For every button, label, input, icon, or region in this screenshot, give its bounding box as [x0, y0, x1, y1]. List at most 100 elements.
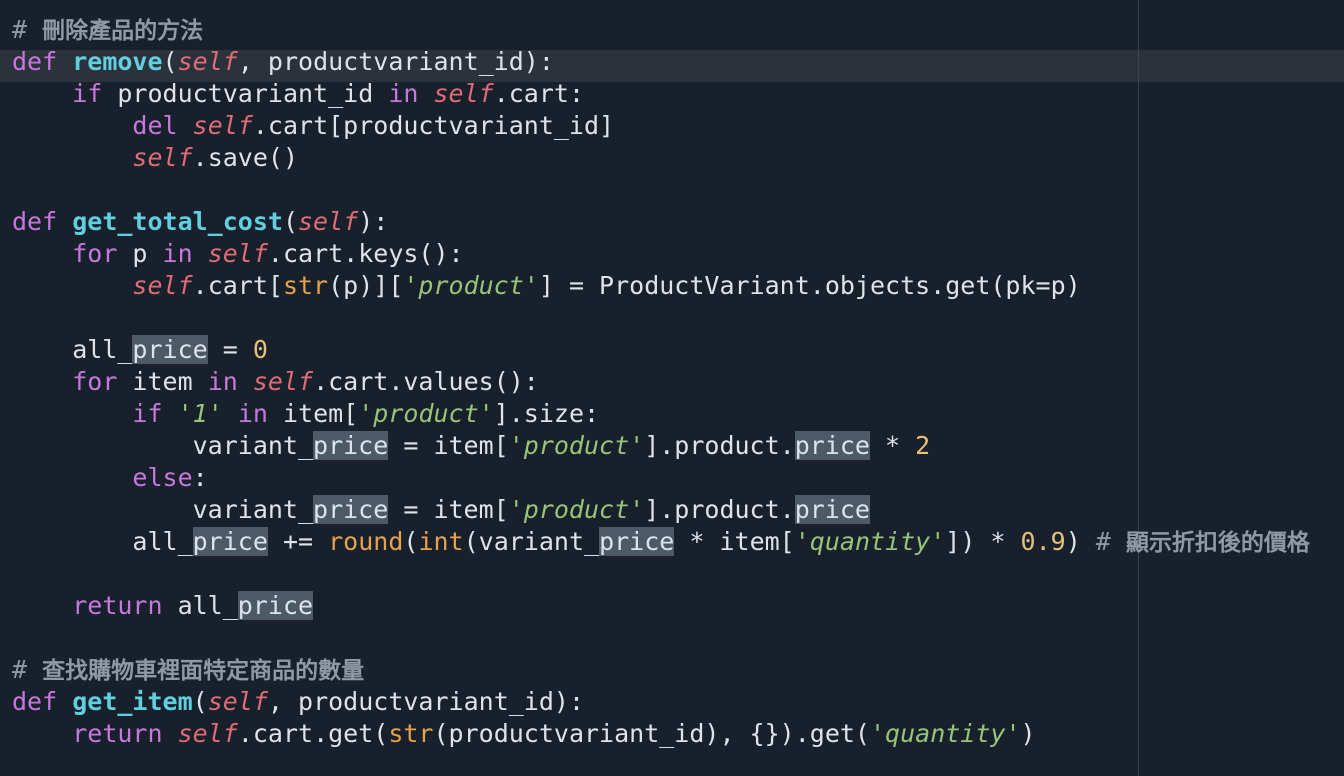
- keyword-token: def: [12, 47, 58, 76]
- code-line[interactable]: # 查找購物車裡面特定商品的數量: [12, 654, 1310, 686]
- code-token: ].product.: [644, 495, 795, 524]
- code-line[interactable]: if '1' in item['product'].size:: [12, 398, 1310, 430]
- code-token: = item[: [388, 495, 509, 524]
- code-line[interactable]: all_price += round(int(variant_price * i…: [12, 526, 1310, 558]
- string-token: 'quantity': [794, 527, 946, 556]
- code-line[interactable]: if productvariant_id in self.cart:: [12, 78, 1310, 110]
- function-name-token: get_item: [72, 687, 193, 716]
- keyword-token: def: [12, 207, 58, 236]
- builtin-token: round: [328, 527, 404, 556]
- code-line[interactable]: def get_total_cost(self):: [12, 206, 1310, 238]
- code-line[interactable]: for item in self.cart.values():: [12, 366, 1310, 398]
- code-token: .cart[: [192, 271, 283, 300]
- code-line[interactable]: variant_price = item['product'].product.…: [12, 430, 1310, 462]
- code-token: ):: [358, 207, 389, 236]
- code-token: .cart.values():: [313, 367, 539, 396]
- code-line[interactable]: del self.cart[productvariant_id]: [12, 110, 1310, 142]
- keyword-token: return: [72, 719, 163, 748]
- comment-token: #: [12, 655, 43, 684]
- comment-token: #: [1095, 527, 1126, 556]
- code-line[interactable]: # 刪除產品的方法: [12, 14, 1310, 46]
- code-token: item[: [267, 399, 359, 428]
- search-highlight: price: [794, 495, 870, 524]
- code-area[interactable]: # 刪除產品的方法 def remove(self, productvariant…: [12, 14, 1310, 750]
- code-token: =: [207, 335, 253, 364]
- code-token: = item[: [388, 431, 509, 460]
- code-line[interactable]: [12, 174, 1310, 206]
- code-token: (: [282, 207, 298, 236]
- number-token: 0: [252, 335, 268, 364]
- code-token: .cart[productvariant_id]: [252, 111, 615, 140]
- keyword-token: def: [12, 687, 58, 716]
- keyword-token: if: [72, 79, 103, 108]
- keyword-token: del: [132, 111, 178, 140]
- code-line[interactable]: def remove(self, productvariant_id):: [12, 46, 1310, 78]
- self-token: self: [252, 367, 314, 396]
- code-line[interactable]: [12, 558, 1310, 590]
- code-line[interactable]: return self.cart.get(str(productvariant_…: [12, 718, 1310, 750]
- search-highlight: price: [313, 495, 389, 524]
- code-token: (: [403, 527, 419, 556]
- code-token: ): [1065, 527, 1096, 556]
- comment-token: 查找購物車裡面特定商品的數量: [42, 658, 365, 684]
- self-token: self: [433, 79, 494, 108]
- search-highlight: price: [599, 527, 675, 556]
- code-token: variant_: [12, 495, 314, 524]
- code-token: all_: [12, 335, 133, 364]
- code-token: :: [192, 463, 208, 492]
- search-highlight: price: [132, 335, 208, 364]
- code-token: variant_: [12, 431, 314, 460]
- code-line[interactable]: [12, 302, 1310, 334]
- code-editor[interactable]: # 刪除產品的方法 def remove(self, productvariant…: [0, 0, 1344, 776]
- code-line[interactable]: else:: [12, 462, 1310, 494]
- self-token: self: [298, 207, 359, 236]
- keyword-token: in: [237, 399, 268, 428]
- keyword-token: if: [132, 399, 163, 428]
- code-line[interactable]: variant_price = item['product'].product.…: [12, 494, 1310, 526]
- self-token: self: [132, 143, 193, 172]
- code-token: (variant_: [463, 527, 600, 556]
- code-line[interactable]: return all_price: [12, 590, 1310, 622]
- comment-token: 刪除產品的方法: [42, 18, 204, 44]
- comment-token: #: [12, 15, 43, 44]
- code-line[interactable]: all_price = 0: [12, 334, 1310, 366]
- string-token: 'product': [508, 431, 645, 460]
- keyword-token: else: [132, 463, 193, 492]
- self-token: self: [192, 111, 253, 140]
- code-line[interactable]: for p in self.cart.keys():: [12, 238, 1310, 270]
- number-token: 2: [915, 431, 931, 460]
- code-token: p: [117, 239, 163, 268]
- code-token: .cart.keys():: [267, 239, 464, 268]
- code-line[interactable]: self.cart[str(p)]['product'] = ProductVa…: [12, 270, 1310, 302]
- code-line[interactable]: [12, 622, 1310, 654]
- code-token: (p)][: [328, 271, 404, 300]
- code-token: +=: [267, 527, 329, 556]
- keyword-token: for: [72, 367, 118, 396]
- code-token: (productvariant_id), {}).get(: [433, 719, 870, 748]
- code-line[interactable]: self.save(): [12, 142, 1310, 174]
- code-token: ].product.: [644, 431, 795, 460]
- string-token: '1': [177, 399, 223, 428]
- search-highlight: price: [313, 431, 389, 460]
- self-token: self: [207, 239, 268, 268]
- self-token: self: [177, 719, 238, 748]
- code-line[interactable]: def get_item(self, productvariant_id):: [12, 686, 1310, 718]
- comment-token: 顯示折扣後的價格: [1125, 530, 1310, 556]
- code-token: ): [1020, 719, 1036, 748]
- keyword-token: for: [72, 239, 118, 268]
- keyword-token: return: [72, 591, 163, 620]
- self-token: self: [177, 47, 238, 76]
